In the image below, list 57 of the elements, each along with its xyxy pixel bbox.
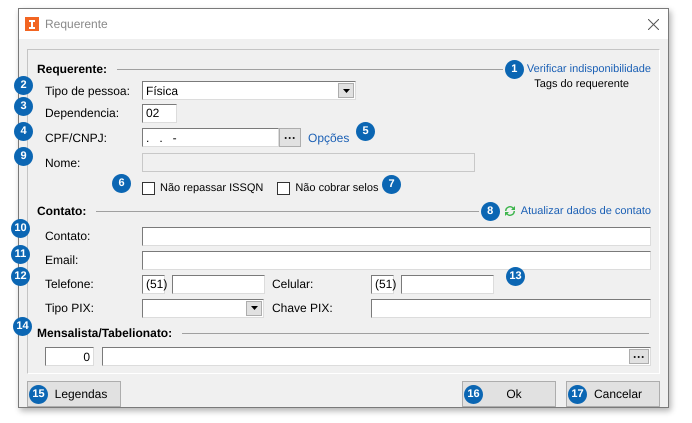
section-heading: Mensalista/Tabelionato: xyxy=(37,325,172,342)
field-label: Telefone: xyxy=(45,276,95,293)
field-label: Nome: xyxy=(45,154,82,172)
dialog-button[interactable]: 16 Ok xyxy=(462,381,556,407)
callout-badge: 14 xyxy=(13,317,32,336)
callout-badge: 16 xyxy=(464,384,483,404)
callout-badge: 15 xyxy=(29,384,48,404)
close-icon[interactable] xyxy=(648,18,659,30)
refresh-icon xyxy=(502,204,517,218)
caret-icon xyxy=(250,306,258,310)
checkbox[interactable] xyxy=(142,182,155,195)
dialog-button[interactable]: 17 Cancelar xyxy=(566,381,660,407)
dropdown-field[interactable]: Física xyxy=(142,81,356,100)
caret-icon xyxy=(342,88,350,92)
callout-badge: 1 xyxy=(504,60,524,78)
callout-badge: 9 xyxy=(14,147,33,166)
input-field[interactable] xyxy=(142,226,651,246)
field-label: Tipo PIX: xyxy=(45,300,95,317)
options-link[interactable]: Opções xyxy=(308,128,350,146)
callout-badge: 8 xyxy=(480,202,500,220)
ellipsis-button[interactable]: ··· xyxy=(279,128,301,147)
dependencia-field[interactable]: 02 xyxy=(142,104,177,122)
field-label: Dependencia: xyxy=(45,105,120,122)
callout-badge: 3 xyxy=(14,97,33,116)
code-field[interactable]: 0 xyxy=(45,347,94,366)
phone-field[interactable] xyxy=(172,274,265,294)
checkbox-label: Não cobrar selos xyxy=(295,181,378,196)
cpf-field[interactable]: . . - xyxy=(142,128,279,147)
section-heading: Contato: xyxy=(37,203,86,220)
field-label: Chave PIX: xyxy=(272,300,334,317)
area-code-field[interactable]: (51) xyxy=(371,274,394,294)
field-label: Contato: xyxy=(45,228,92,245)
link[interactable]: Atualizar dados de contato xyxy=(520,202,651,220)
app-logo-icon xyxy=(25,17,39,31)
callout-badge: 2 xyxy=(14,76,33,95)
field-label: Email: xyxy=(45,252,80,269)
ellipsis-button[interactable]: ··· xyxy=(629,349,649,364)
checkbox-label: Não repassar ISSQN xyxy=(160,181,264,196)
link[interactable]: Verificar indisponibilidade xyxy=(526,60,651,78)
callout-badge: 10 xyxy=(11,219,30,238)
pix-key-field[interactable] xyxy=(371,298,651,318)
tags-label: Tags do requerente xyxy=(534,78,629,91)
window-title: Requerente xyxy=(45,16,108,33)
callout-badge: 4 xyxy=(14,122,33,141)
dropdown-field[interactable] xyxy=(142,298,264,318)
section-heading: Requerente: xyxy=(37,61,108,78)
checkbox[interactable] xyxy=(277,182,290,195)
callout-badge: 17 xyxy=(568,384,587,404)
phone-field[interactable] xyxy=(401,274,494,294)
field-label: Celular: xyxy=(272,276,314,293)
field-label: Tipo de pessoa: xyxy=(45,82,131,100)
dialog-button[interactable]: 15 Legendas xyxy=(27,381,121,407)
input-field[interactable] xyxy=(142,250,651,270)
area-code-field[interactable]: (51) xyxy=(142,274,165,294)
field-label: CPF/CNPJ: xyxy=(45,130,108,146)
callout-badge: 12 xyxy=(11,267,30,286)
callout-badge: 11 xyxy=(11,245,30,264)
